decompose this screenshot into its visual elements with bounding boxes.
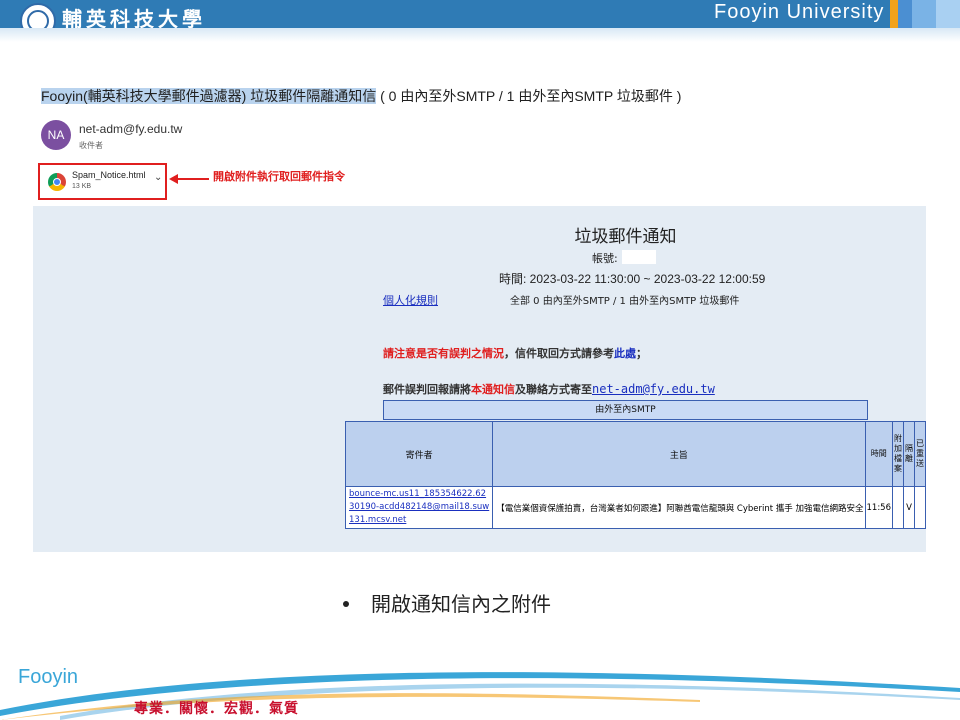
table-header-row: 寄件者 主旨 時間 附加檔案 隔離 已重送	[344, 421, 926, 487]
row-attachment	[892, 486, 904, 529]
warning-text: 請注意是否有誤判之情況，信件取回方式請參考此處；	[383, 347, 647, 360]
slogan: 專業．關懷．宏觀．氣質	[134, 701, 299, 717]
attachment-name: Spam_Notice.html	[72, 170, 146, 180]
quarantine-table: 寄件者 主旨 時間 附加檔案 隔離 已重送 bounce-mc.us11_185…	[344, 421, 926, 529]
banner-stripe	[936, 0, 960, 28]
avatar: NA	[41, 120, 71, 150]
report-text: 郵件誤判回報請將本通知信及聯絡方式寄至net-adm@fy.edu.tw	[383, 382, 715, 396]
arrow-left-icon	[169, 174, 209, 184]
table-row: bounce-mc.us11_185354622.6230190-acdd482…	[344, 486, 926, 529]
notice-time-range: 時間: 2023-03-22 11:30:00 ~ 2023-03-22 12:…	[499, 272, 766, 286]
row-sender-link[interactable]: bounce-mc.us11_185354622.6230190-acdd482…	[347, 488, 491, 527]
col-quarantine: 隔離	[903, 421, 915, 487]
account-label: 帳號:	[592, 252, 618, 265]
recipient-label: 收件者	[79, 141, 103, 150]
row-time: 11:56	[864, 486, 893, 529]
attachment-card[interactable]: Spam_Notice.html 13 KB ⌄	[38, 163, 167, 200]
col-time: 時間	[864, 421, 893, 487]
account-redaction	[622, 250, 656, 264]
direction-header: 由外至內SMTP	[383, 400, 868, 420]
col-sender: 寄件者	[344, 421, 494, 487]
col-subject: 主旨	[492, 421, 866, 487]
bullet-item: 開啟通知信內之附件	[343, 588, 551, 617]
help-link[interactable]: 此處	[614, 347, 636, 360]
chrome-icon	[48, 173, 66, 191]
footer-brand: Fooyin	[18, 666, 79, 688]
email-header: Fooyin(輔英科技大學郵件過濾器) 垃圾郵件隔離通知信 ( 0 由內至外SM…	[33, 78, 926, 206]
top-banner: 輔英科技大學 Fooyin University	[0, 0, 960, 39]
university-english-name: Fooyin University	[714, 1, 885, 23]
banner-stripe	[912, 0, 936, 28]
annotation-note: 開啟附件執行取回郵件指令	[213, 170, 345, 183]
col-attachment: 附加檔案	[892, 421, 904, 487]
email-screenshot: Fooyin(輔英科技大學郵件過濾器) 垃圾郵件隔離通知信 ( 0 由內至外SM…	[33, 78, 926, 552]
col-resent: 已重送	[914, 421, 926, 487]
banner-stripe	[890, 0, 898, 28]
attachment-size: 13 KB	[72, 183, 92, 190]
chevron-down-icon[interactable]: ⌄	[154, 172, 162, 183]
notice-title: 垃圾郵件通知	[574, 227, 677, 247]
row-resent	[914, 486, 926, 529]
row-subject: 【電信業個資保護拍賣，台灣業者如何跟進】阿聯酋電信龍頭與 Cyberint 攜手…	[492, 486, 866, 529]
email-subject: Fooyin(輔英科技大學郵件過濾器) 垃圾郵件隔離通知信 ( 0 由內至外SM…	[41, 88, 682, 104]
notice-summary: 全部 0 由內至外SMTP / 1 由外至內SMTP 垃圾郵件	[510, 296, 740, 307]
personal-rules-link[interactable]: 個人化規則	[383, 292, 438, 308]
row-quarantine: V	[903, 486, 915, 529]
report-email-link[interactable]: net-adm@fy.edu.tw	[592, 382, 715, 396]
banner-shadow	[0, 28, 960, 42]
banner-stripe	[898, 0, 912, 28]
sender-address[interactable]: net-adm@fy.edu.tw	[79, 122, 182, 136]
bullet-icon	[343, 600, 349, 607]
